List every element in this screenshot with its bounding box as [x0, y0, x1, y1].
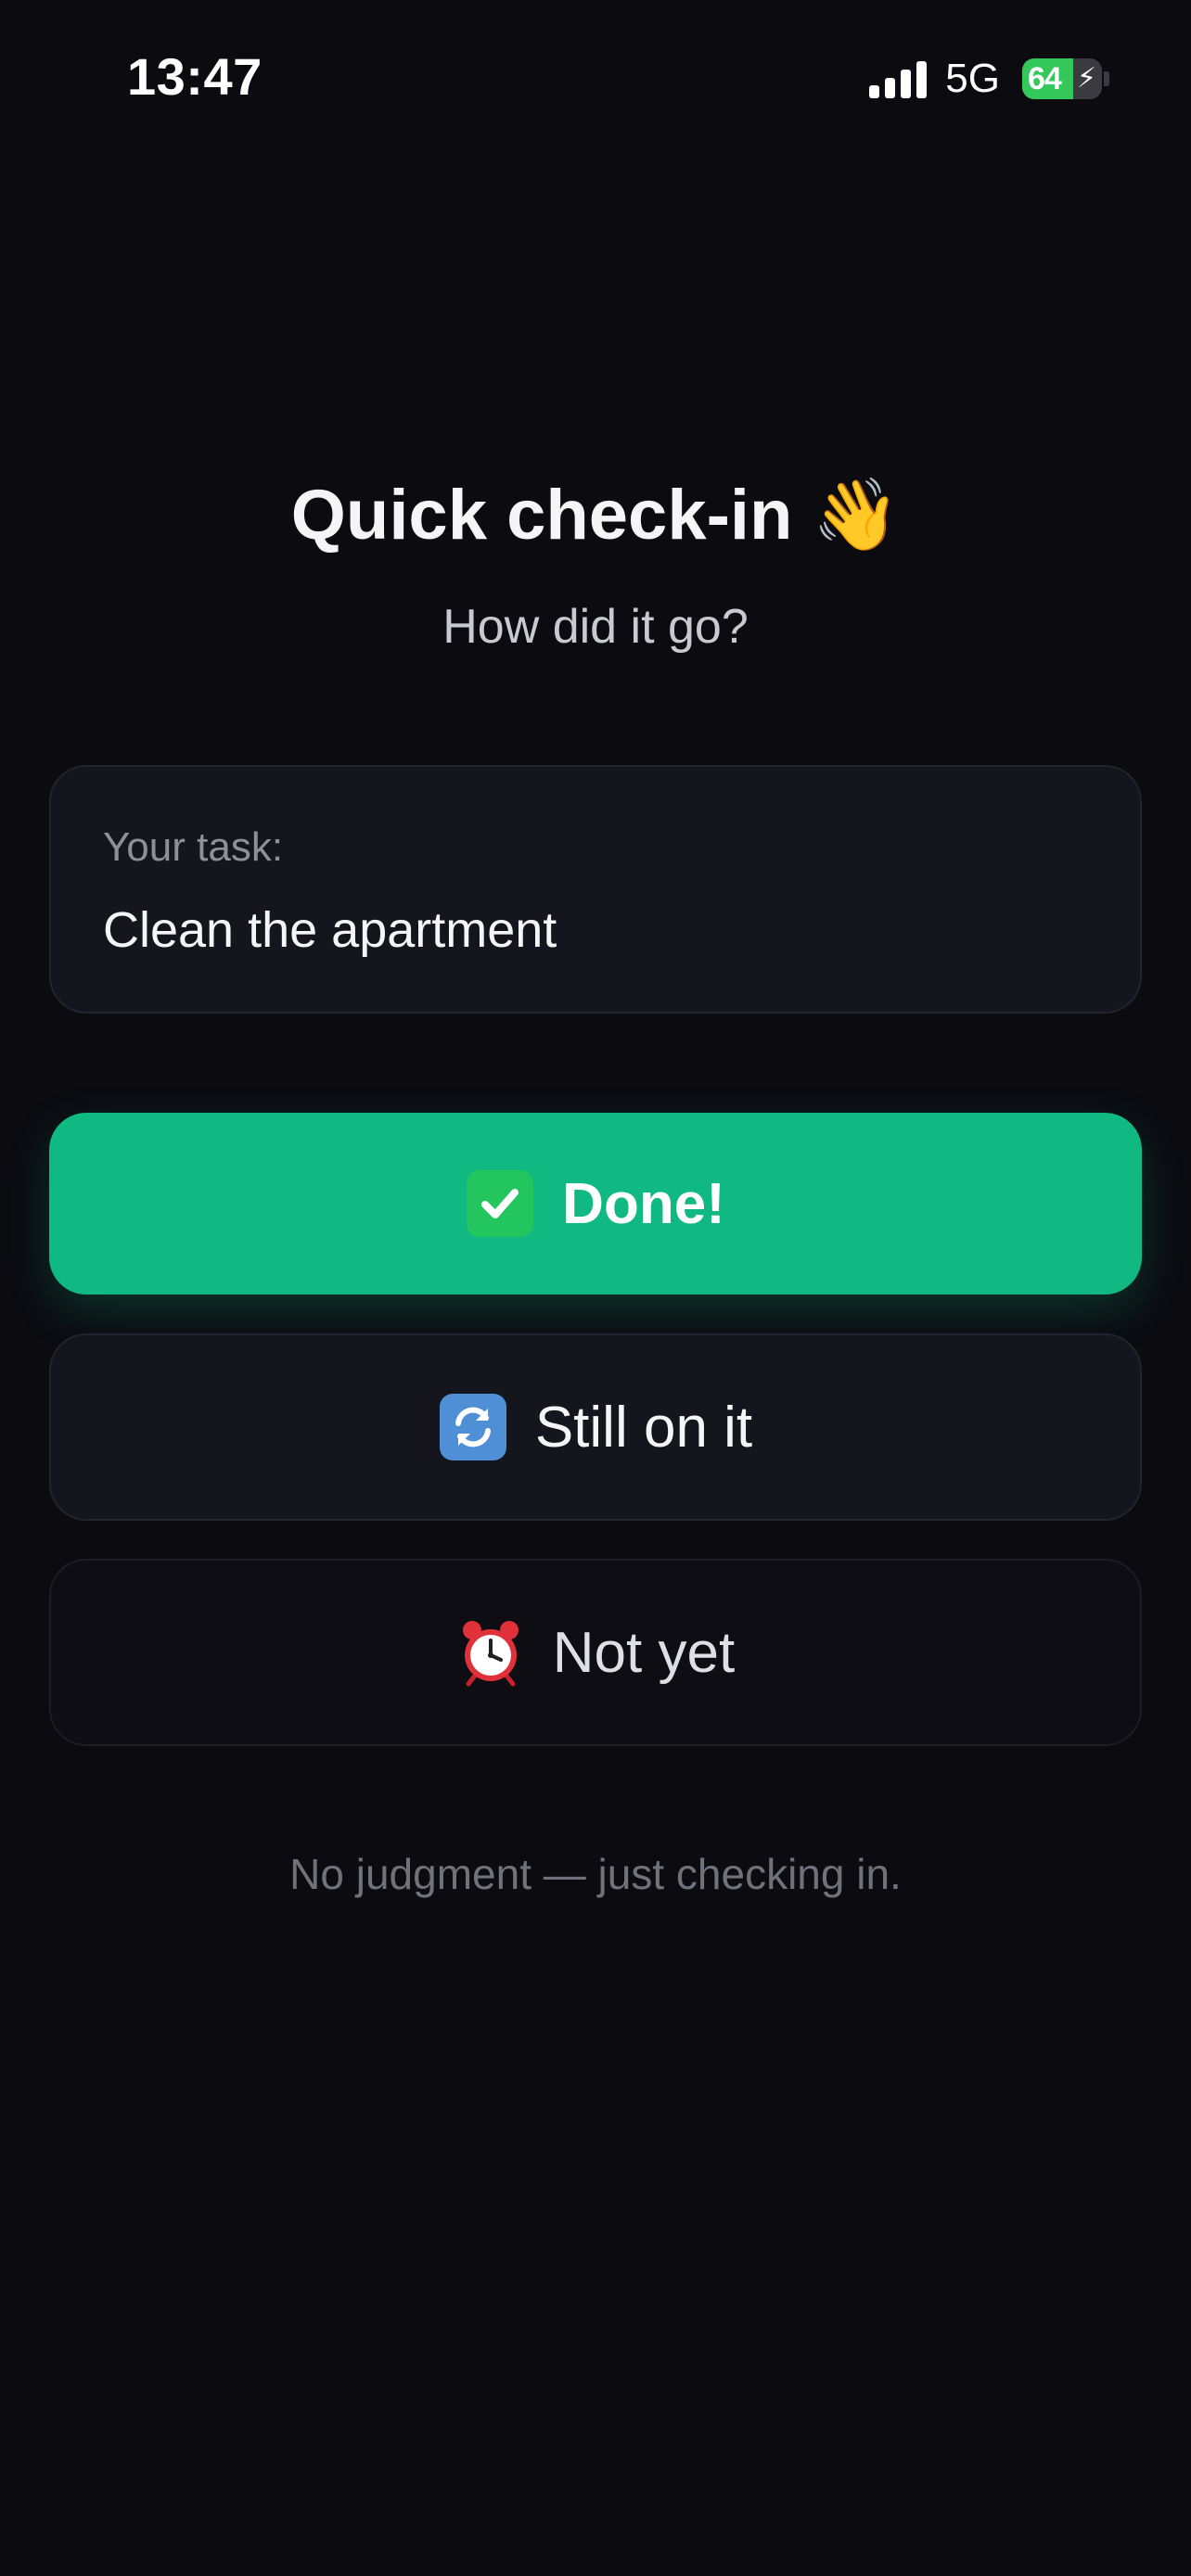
done-button[interactable]: Done! [49, 1113, 1142, 1294]
waving-hand-icon: 👋 [812, 476, 901, 555]
battery-cap [1104, 71, 1109, 86]
task-card: Your task: Clean the apartment [49, 765, 1142, 1014]
task-name: Clean the apartment [103, 902, 557, 958]
network-type: 5G [945, 56, 1000, 101]
still-on-it-button[interactable]: Still on it [49, 1333, 1142, 1521]
battery-icon: 64 ⚡︎ [1022, 58, 1102, 99]
page-subtitle: How did it go? [442, 600, 749, 654]
still-on-it-button-label: Still on it [534, 1395, 753, 1460]
title-text: Quick check-in [290, 476, 793, 555]
status-bar: 13:47 5G 64 ⚡︎ [0, 0, 1191, 158]
refresh-icon [439, 1393, 507, 1461]
not-yet-button-label: Not yet [552, 1620, 736, 1685]
status-indicators: 5G 64 ⚡︎ [869, 54, 1109, 104]
not-yet-button[interactable]: Not yet [49, 1559, 1142, 1746]
alarm-clock-icon [456, 1618, 525, 1687]
battery-percentage: 64 [1028, 61, 1062, 96]
status-time: 13:47 [127, 47, 263, 106]
task-label: Your task: [103, 824, 284, 870]
footer-note: No judgment — just checking in. [289, 1850, 902, 1898]
charging-bolt-icon: ⚡︎ [1076, 63, 1096, 94]
check-in-screen: 13:47 5G 64 ⚡︎ Quick check-in 👋 How did … [0, 0, 1191, 2576]
done-button-label: Done! [562, 1171, 725, 1236]
check-mark-icon [466, 1169, 534, 1238]
cellular-signal-icon [869, 59, 928, 98]
page-title: Quick check-in 👋 [0, 473, 1191, 556]
